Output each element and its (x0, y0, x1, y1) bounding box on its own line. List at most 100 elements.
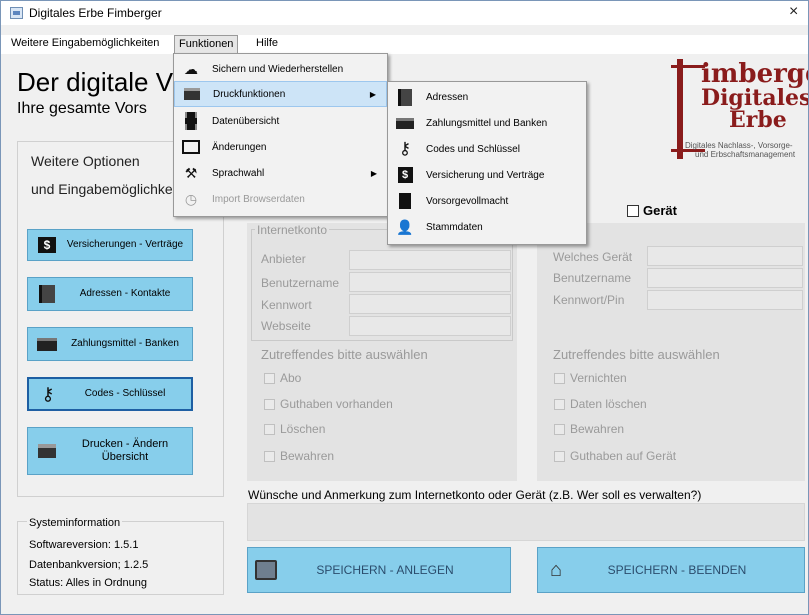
submenu-item-vorsorgevollmacht[interactable]: Vorsorgevollmacht (388, 188, 586, 214)
app-icon (10, 7, 23, 19)
funktionen-dropdown: ☁ Sichern und Wiederherstellen Druckfunk… (173, 53, 388, 217)
menu-item-sprachwahl[interactable]: ⚒ Sprachwahl ▶ (174, 160, 387, 186)
clock-icon: ◷ (184, 190, 198, 207)
geraet-label: Gerät (643, 203, 677, 218)
versicherungen-button[interactable]: $ Versicherungen - Verträge (27, 229, 193, 261)
benutzername-input[interactable] (349, 272, 511, 292)
abo-checkbox[interactable] (264, 373, 275, 384)
abo-label: Abo (280, 371, 302, 385)
window-title: Digitales Erbe Fimberger (29, 6, 162, 20)
menu-item-import-label: Import Browserdaten (212, 193, 305, 205)
menu-item-datenuebersicht[interactable]: Datenübersicht (174, 108, 387, 134)
submenu-item-adressen[interactable]: Adressen (388, 84, 586, 110)
submenu-item-versicherung[interactable]: $ Versicherung und Verträge (388, 162, 586, 188)
submenu-arrow-icon: ▶ (369, 89, 376, 99)
tools-icon: ⚒ (184, 164, 198, 181)
menu-funktionen[interactable]: Funktionen (174, 35, 239, 54)
drucken-button[interactable]: Drucken - Ändern Übersicht (27, 427, 193, 475)
codes-label: Codes - Schlüssel (84, 388, 166, 399)
loeschen-label: Löschen (280, 422, 326, 436)
wunsch-label: Wünsche und Anmerkung zum Internetkonto … (248, 488, 702, 502)
menu-item-import: ◷ Import Browserdaten (174, 186, 387, 212)
page-title: Der digitale V (17, 67, 174, 97)
menu-item-druckfunktionen[interactable]: Druckfunktionen ▶ (174, 81, 387, 107)
geraet-checkbox[interactable] (627, 205, 639, 217)
submenu-item-zahlungsmittel[interactable]: Zahlungsmittel und Banken (388, 110, 586, 136)
logo-bar-top (671, 65, 705, 68)
welches-geraet-input[interactable] (647, 246, 803, 266)
drucken-label: Drucken - Ändern Übersicht (81, 437, 169, 463)
printer-icon (36, 440, 58, 462)
adressen-button[interactable]: Adressen - Kontakte (27, 277, 193, 311)
close-icon[interactable]: × (789, 3, 798, 21)
kennwort-pin-input[interactable] (647, 290, 803, 310)
logo-text-fimberger: imberger (701, 59, 808, 89)
submenu-item-stammdaten[interactable]: 👤 Stammdaten (388, 214, 586, 240)
webseite-input[interactable] (349, 316, 511, 336)
save-new-button[interactable]: SPEICHERN - ANLEGEN (247, 547, 511, 593)
codes-button[interactable]: ⚷ Codes - Schlüssel (27, 377, 193, 411)
vernichten-label: Vernichten (570, 371, 627, 385)
logo-tagline-2: und Erbschaftsmanagement (695, 150, 796, 159)
menu-item-aenderungen-label: Änderungen (212, 141, 267, 153)
anbieter-input[interactable] (349, 250, 511, 270)
kennwort-label: Kennwort (261, 298, 312, 312)
status-text: Status: Alles in Ordnung (29, 577, 148, 589)
menu-item-aenderungen[interactable]: Änderungen (174, 134, 387, 160)
menu-hilfe[interactable]: Hilfe (252, 36, 282, 53)
internetkonto-label: Internetkonto (255, 223, 330, 237)
guthaben-label: Guthaben vorhanden (280, 397, 393, 411)
daten-loeschen-checkbox[interactable] (554, 399, 565, 410)
vernichten-checkbox[interactable] (554, 373, 565, 384)
zahlungsmittel-button[interactable]: Zahlungsmittel - Banken (27, 327, 193, 361)
submenu-item-adressen-label: Adressen (426, 91, 469, 103)
device-benutzername-label: Benutzername (553, 271, 632, 285)
dollar-icon: $ (394, 165, 416, 185)
bewahren-label: Bewahren (280, 449, 335, 463)
versicherungen-label: Versicherungen - Verträge (66, 239, 184, 250)
address-book-icon (394, 87, 416, 107)
page-subtitle: Ihre gesamte Vors (17, 100, 147, 117)
save-new-label: SPEICHERN - ANLEGEN (316, 563, 454, 577)
safe-icon (252, 556, 280, 584)
webseite-label: Webseite (261, 319, 311, 333)
document-icon (394, 191, 416, 211)
kennwort-pin-label: Kennwort/Pin (553, 293, 625, 307)
submenu-item-vorsorgevollmacht-label: Vorsorgevollmacht (426, 195, 509, 207)
menu-item-druckfunktionen-label: Druckfunktionen (213, 88, 286, 100)
device-section-title: Zutreffendes bitte auswählen (553, 347, 720, 362)
key-icon: ⚷ (398, 139, 412, 158)
wunsch-textarea[interactable] (247, 503, 805, 541)
internet-section-title: Zutreffendes bitte auswählen (261, 347, 428, 362)
app-window: Digitales Erbe Fimberger × Weitere Einga… (0, 0, 809, 615)
kennwort-input[interactable] (349, 294, 511, 314)
daten-loeschen-label: Daten löschen (570, 397, 647, 411)
logo-text-digitales: Digitales (701, 85, 809, 111)
dollar-icon: $ (36, 234, 58, 256)
printer-icon (181, 84, 203, 104)
address-book-icon (36, 283, 58, 305)
submenu-item-codes[interactable]: ⚷ Codes und Schlüssel (388, 136, 586, 162)
device-bewahren-label: Bewahren (570, 422, 625, 436)
bewahren-checkbox[interactable] (264, 451, 275, 462)
device-bewahren-checkbox[interactable] (554, 424, 565, 435)
edit-icon (180, 137, 202, 157)
cloud-icon: ☁ (184, 60, 198, 77)
guthaben-geraet-checkbox[interactable] (554, 451, 565, 462)
home-icon: ⌂ (549, 558, 563, 581)
software-version: Softwareversion: 1.5.1 (29, 539, 139, 551)
welches-geraet-label: Welches Gerät (553, 250, 633, 264)
card-icon (36, 333, 58, 355)
device-benutzername-input[interactable] (647, 268, 803, 288)
menu-weitere[interactable]: Weitere Eingabemöglichkeiten (7, 36, 163, 53)
submenu-item-codes-label: Codes und Schlüssel (426, 143, 520, 155)
save-exit-button[interactable]: ⌂ SPEICHERN - BEENDEN (537, 547, 805, 593)
guthaben-checkbox[interactable] (264, 399, 275, 410)
sysinfo-title: Systeminformation (27, 517, 123, 529)
loeschen-checkbox[interactable] (264, 424, 275, 435)
submenu-item-stammdaten-label: Stammdaten (426, 221, 483, 233)
key-icon: ⚷ (41, 383, 55, 404)
menu-item-sichern[interactable]: ☁ Sichern und Wiederherstellen (174, 56, 387, 82)
database-version: Datenbankversion; 1.2.5 (29, 559, 149, 571)
anbieter-label: Anbieter (261, 252, 306, 266)
